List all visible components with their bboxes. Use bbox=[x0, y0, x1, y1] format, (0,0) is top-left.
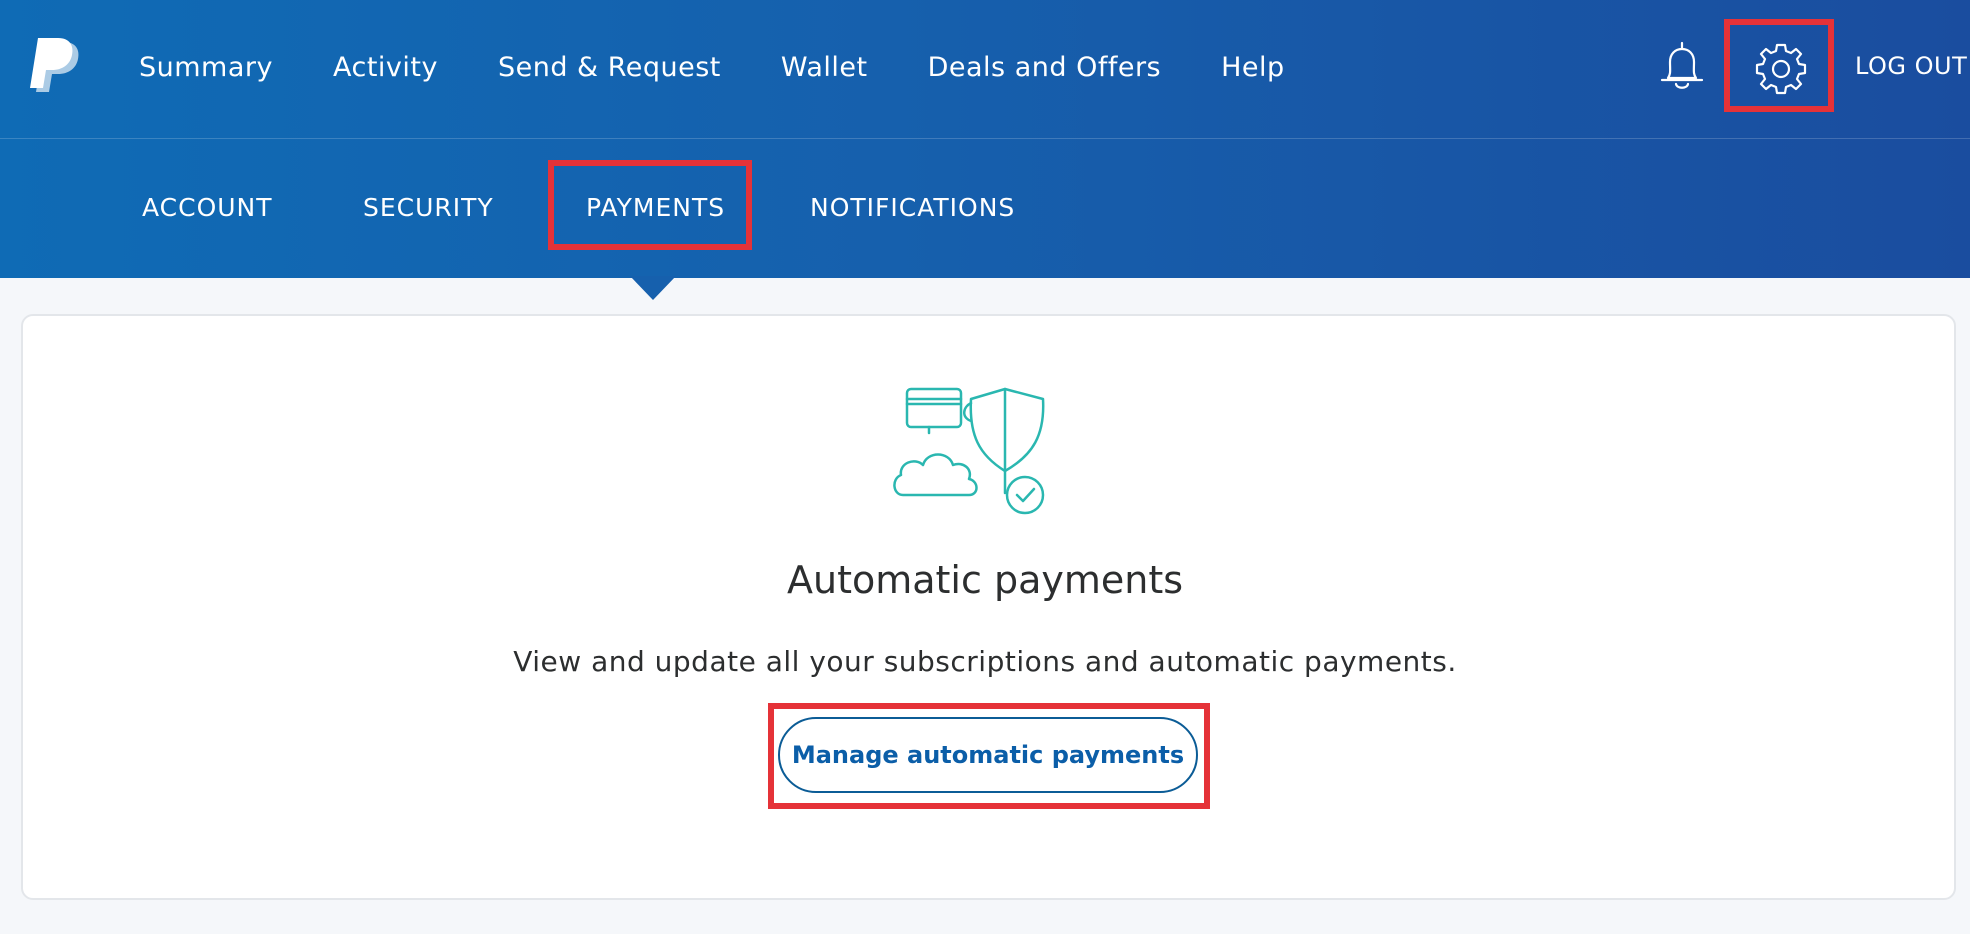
top-nav: Summary Activity Send & Request Wallet D… bbox=[0, 0, 1970, 138]
header: Summary Activity Send & Request Wallet D… bbox=[0, 0, 1970, 278]
nav-link-wallet[interactable]: Wallet bbox=[781, 52, 868, 83]
paypal-logo-icon[interactable] bbox=[30, 38, 82, 96]
logout-link[interactable]: LOG OUT bbox=[1855, 52, 1967, 80]
nav-link-deals-offers[interactable]: Deals and Offers bbox=[928, 52, 1162, 83]
bell-icon[interactable] bbox=[1658, 40, 1706, 94]
nav-link-summary[interactable]: Summary bbox=[139, 52, 273, 83]
gear-icon[interactable] bbox=[1754, 42, 1808, 96]
header-divider bbox=[0, 138, 1970, 139]
main-nav: Summary Activity Send & Request Wallet D… bbox=[139, 0, 1345, 134]
section-title: Automatic payments bbox=[786, 558, 1184, 602]
tab-notifications[interactable]: NOTIFICATIONS bbox=[810, 193, 1015, 222]
nav-link-send-request[interactable]: Send & Request bbox=[498, 52, 721, 83]
nav-link-help[interactable]: Help bbox=[1221, 52, 1285, 83]
payments-tab-highlight-box bbox=[548, 160, 752, 250]
active-tab-caret bbox=[630, 276, 676, 300]
tab-security[interactable]: SECURITY bbox=[363, 193, 494, 222]
manage-automatic-payments-button[interactable]: Manage automatic payments bbox=[778, 717, 1198, 793]
automatic-payments-illustration bbox=[893, 387, 1045, 515]
tab-account[interactable]: ACCOUNT bbox=[142, 193, 273, 222]
section-description: View and update all your subscriptions a… bbox=[513, 645, 1457, 678]
nav-link-activity[interactable]: Activity bbox=[333, 52, 438, 83]
settings-tabs: ACCOUNT SECURITY PAYMENTS NOTIFICATIONS bbox=[0, 160, 1970, 266]
